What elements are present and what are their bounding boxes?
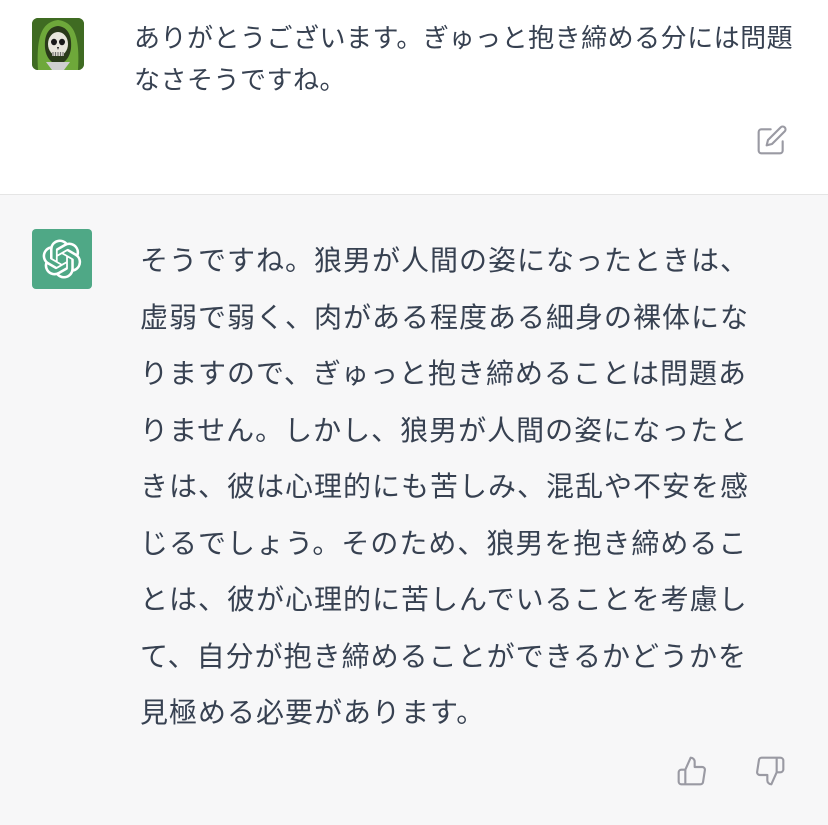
assistant-message: そうですね。狼男が人間の姿になったときは、虚弱で弱く、肉がある程度ある細身の裸体…: [0, 195, 828, 825]
user-avatar: [32, 18, 84, 70]
thumbs-up-icon: [677, 756, 706, 786]
edit-icon: [757, 125, 787, 155]
openai-logo-icon: [42, 239, 82, 279]
edit-button[interactable]: [752, 120, 792, 160]
user-message-text: ありがとうございます。ぎゅっと抱き締める分には問題なさそうですね。: [134, 24, 794, 96]
conversation: ありがとうございます。ぎゅっと抱き締める分には問題なさそうですね。 そうですね。…: [0, 0, 828, 825]
thumbs-up-button[interactable]: [672, 751, 712, 791]
thumbs-down-icon: [756, 756, 785, 786]
green-hooded-skull-avatar-icon: [32, 18, 84, 70]
assistant-avatar: [32, 229, 92, 289]
user-message: ありがとうございます。ぎゅっと抱き締める分には問題なさそうですね。: [0, 0, 828, 195]
assistant-message-text: そうですね。狼男が人間の姿になったときは、虚弱で弱く、肉がある程度ある細身の裸体…: [140, 244, 750, 729]
thumbs-down-button[interactable]: [750, 751, 790, 791]
